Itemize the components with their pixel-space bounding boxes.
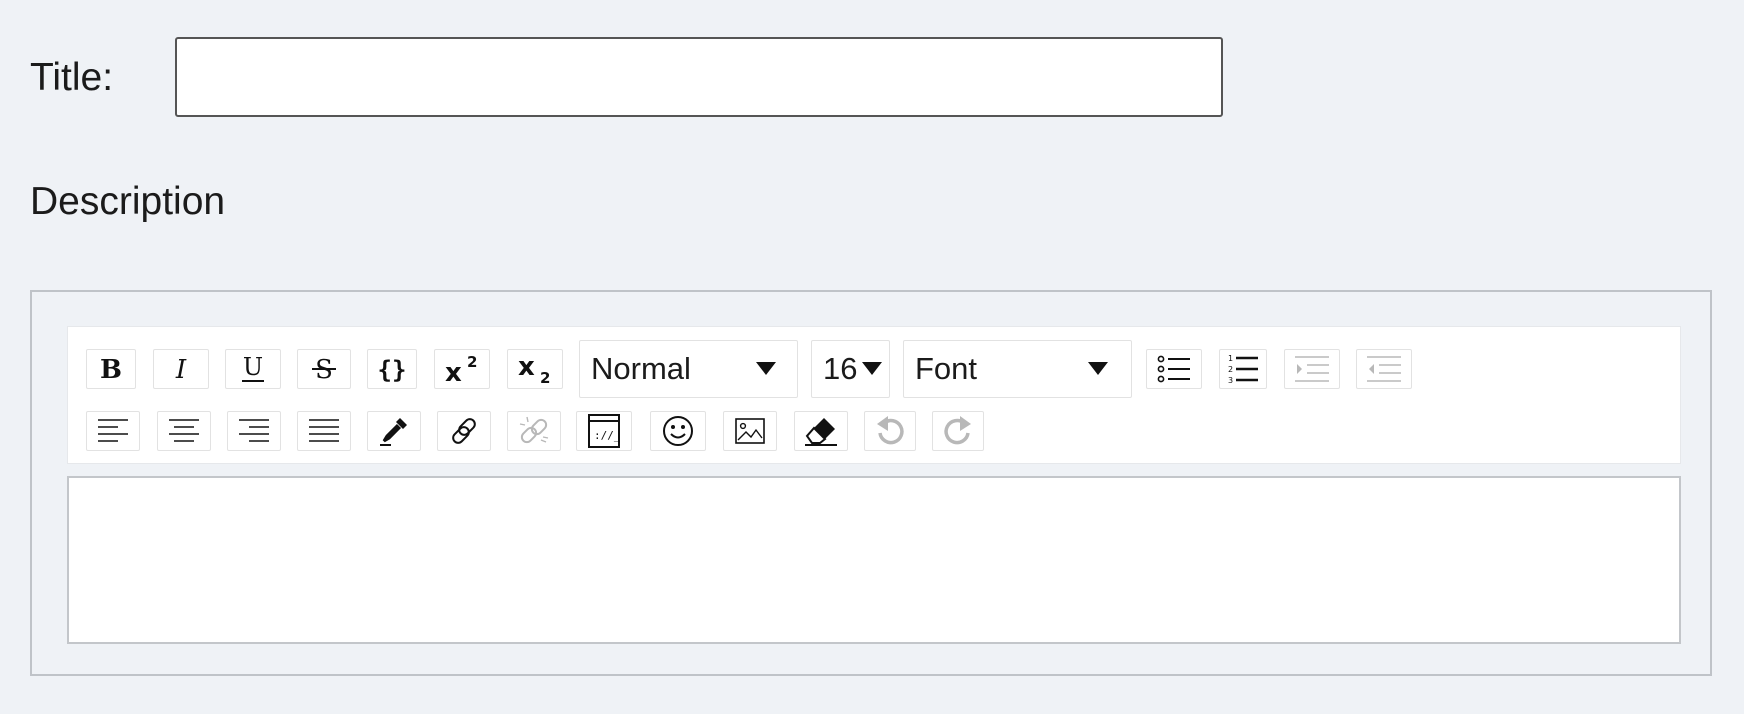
svg-text:://_: ://_: [594, 429, 620, 442]
embed-button[interactable]: ://_: [576, 411, 632, 451]
svg-text:B: B: [100, 356, 122, 382]
italic-icon: I: [168, 356, 194, 382]
subscript-button[interactable]: x2: [507, 349, 563, 389]
outdent-button[interactable]: [1356, 349, 1412, 389]
numbered-list-icon: 1 2 3: [1228, 354, 1258, 384]
align-center-button[interactable]: [157, 411, 211, 451]
unlink-button[interactable]: [507, 411, 561, 451]
outdent-icon: [1367, 355, 1401, 383]
strikethrough-button[interactable]: S: [297, 349, 351, 389]
title-label: Title:: [30, 56, 114, 99]
svg-text:2: 2: [467, 353, 477, 371]
image-icon: [735, 418, 765, 444]
font-size-value: 16: [823, 351, 858, 386]
embed-icon: ://_: [588, 414, 620, 448]
svg-text:x: x: [445, 358, 462, 385]
rich-text-editor: B I U S {} x2 x 2 Normal 16 Font 1 2 3:…: [30, 290, 1712, 676]
smiley-icon: [662, 415, 694, 447]
align-center-icon: [169, 418, 199, 444]
block-type-dropdown[interactable]: Normal: [579, 340, 798, 398]
svg-text:1: 1: [1228, 354, 1233, 363]
eyedropper-icon: [379, 416, 409, 446]
svg-text:x: x: [518, 353, 535, 382]
remove-format-button[interactable]: [794, 411, 848, 451]
undo-button[interactable]: [864, 411, 916, 451]
align-left-icon: [98, 418, 128, 444]
chevron-down-icon: [756, 362, 776, 375]
align-right-icon: [239, 418, 269, 444]
emoji-button[interactable]: [650, 411, 706, 451]
svg-text:2: 2: [540, 369, 550, 385]
eraser-icon: [804, 416, 838, 446]
braces-icon: {}: [377, 354, 407, 384]
ordered-list-button[interactable]: 1 2 3: [1219, 349, 1267, 389]
chevron-down-icon: [862, 362, 882, 375]
align-justify-icon: [309, 418, 339, 444]
bold-button[interactable]: B: [86, 349, 136, 389]
redo-button[interactable]: [932, 411, 984, 451]
editor-content-area[interactable]: [67, 476, 1681, 644]
svg-text:I: I: [175, 356, 187, 382]
font-family-dropdown[interactable]: Font: [903, 340, 1132, 398]
code-button[interactable]: {}: [367, 349, 417, 389]
bulleted-list-icon: [1157, 355, 1191, 383]
align-right-button[interactable]: [227, 411, 281, 451]
indent-icon: [1295, 355, 1329, 383]
superscript-icon: x2: [443, 353, 481, 385]
image-button[interactable]: [723, 411, 777, 451]
svg-text:2: 2: [1228, 365, 1233, 374]
superscript-button[interactable]: x2: [434, 349, 490, 389]
block-type-value: Normal: [591, 351, 691, 386]
strikethrough-icon: S: [310, 354, 338, 384]
svg-text:{}: {}: [378, 356, 407, 384]
indent-button[interactable]: [1284, 349, 1340, 389]
description-label: Description: [30, 180, 226, 223]
align-justify-button[interactable]: [297, 411, 351, 451]
editor-toolbar: B I U S {} x2 x 2 Normal 16 Font 1 2 3:…: [67, 326, 1681, 464]
font-size-dropdown[interactable]: 16: [811, 340, 890, 398]
underline-button[interactable]: U: [225, 349, 281, 389]
link-button[interactable]: [437, 411, 491, 451]
redo-icon: [943, 415, 973, 447]
chevron-down-icon: [1088, 362, 1108, 375]
color-picker-button[interactable]: [367, 411, 421, 451]
italic-button[interactable]: I: [153, 349, 209, 389]
unlink-icon: [519, 416, 549, 446]
unordered-list-button[interactable]: [1146, 349, 1202, 389]
link-icon: [449, 416, 479, 446]
title-input[interactable]: [175, 37, 1223, 117]
font-family-value: Font: [915, 351, 978, 386]
subscript-icon: x2: [516, 353, 554, 385]
svg-text:3: 3: [1228, 376, 1233, 384]
bold-icon: B: [98, 356, 124, 382]
align-left-button[interactable]: [86, 411, 140, 451]
svg-text:U: U: [243, 354, 263, 381]
underline-icon: U: [239, 354, 267, 384]
undo-icon: [875, 415, 905, 447]
